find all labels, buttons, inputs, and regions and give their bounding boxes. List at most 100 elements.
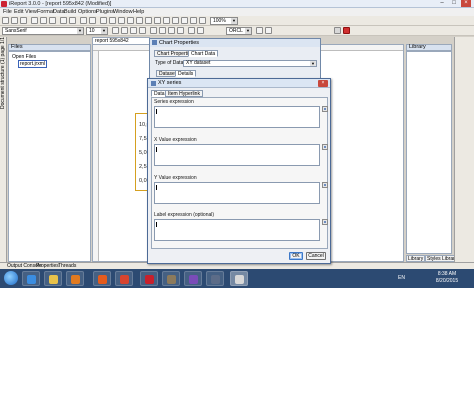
type-of-dataset-select[interactable]: XY dataset ▼: [183, 60, 317, 67]
align-left-icon[interactable]: [150, 27, 157, 34]
chart-icon[interactable]: [145, 17, 152, 24]
minimize-icon[interactable]: –: [437, 0, 447, 7]
cancel-button[interactable]: Cancel: [306, 252, 326, 260]
justify-icon[interactable]: [177, 27, 184, 34]
expression-editor-icon[interactable]: [322, 182, 328, 188]
expression-editor-icon[interactable]: [322, 219, 328, 225]
expression-editor-icon[interactable]: [322, 106, 328, 112]
files-panel-header: Files: [8, 44, 91, 51]
taskbar-opera-icon[interactable]: [140, 271, 158, 286]
expression-editor-icon[interactable]: [322, 144, 328, 150]
image-icon[interactable]: [109, 17, 116, 24]
underline-icon[interactable]: [130, 27, 137, 34]
align-right-icon[interactable]: [168, 27, 175, 34]
menu-help[interactable]: Help: [133, 8, 144, 16]
menu-edit[interactable]: Edit: [14, 8, 23, 16]
taskbar-media-player-icon[interactable]: [66, 271, 84, 286]
chevron-down-icon: ▼: [77, 28, 83, 34]
menu-file[interactable]: File: [3, 8, 12, 16]
copy-icon[interactable]: [40, 17, 47, 24]
taskbar-chrome-icon[interactable]: [115, 271, 133, 286]
taskbar-ireport-icon[interactable]: [230, 271, 248, 286]
font-size-combo[interactable]: 10 ▼: [86, 27, 108, 35]
stop-icon[interactable]: [343, 27, 350, 34]
paste-icon[interactable]: [49, 17, 56, 24]
save-icon[interactable]: [20, 17, 27, 24]
menu-window[interactable]: Window: [113, 8, 133, 16]
tab-library[interactable]: Library: [406, 255, 426, 262]
library-panel: [406, 51, 452, 254]
document-structure-tab[interactable]: Document structure (1) page 1/1: [0, 37, 7, 109]
new-icon[interactable]: [2, 17, 9, 24]
open-icon[interactable]: [11, 17, 18, 24]
ok-button[interactable]: OK: [289, 252, 303, 260]
strikethrough-icon[interactable]: [139, 27, 146, 34]
tab-details[interactable]: Details: [175, 70, 197, 77]
taskbar-firefox-icon[interactable]: [93, 271, 111, 286]
crosstab-icon[interactable]: [172, 17, 179, 24]
tray-clock[interactable]: 8:38 AM 8/20/2015: [430, 271, 464, 285]
document-structure-strip[interactable]: Document structure (1) page 1/1: [0, 37, 7, 262]
fields-icon[interactable]: [265, 27, 272, 34]
xy-series-title-bar: XY series ×: [148, 79, 330, 88]
barcode-icon[interactable]: [163, 17, 170, 24]
close-icon[interactable]: ×: [461, 0, 471, 7]
language-indicator[interactable]: EN: [398, 274, 405, 282]
zoom-combo[interactable]: 100% ▼: [210, 17, 238, 25]
label-expression-input[interactable]: [154, 219, 320, 241]
cut-icon[interactable]: [31, 17, 38, 24]
redo-icon[interactable]: [69, 17, 76, 24]
database-value: ORCL: [229, 28, 243, 34]
frame-icon[interactable]: [181, 17, 188, 24]
report-file-node[interactable]: report.jrxml: [18, 60, 48, 68]
align-center-icon[interactable]: [159, 27, 166, 34]
x-value-expression-label: X Value expression: [154, 137, 197, 143]
hyperlink-icon[interactable]: [199, 17, 206, 24]
line-icon[interactable]: [118, 17, 125, 24]
editor-tab[interactable]: report 595x842: [92, 37, 150, 44]
undo-icon[interactable]: [60, 17, 67, 24]
format-toolbar: SansSerif ▼ 10 ▼ ORCL ▼: [0, 26, 474, 36]
menu-bar: File Edit View Format Data Build Options…: [0, 8, 474, 16]
menu-format[interactable]: Format: [37, 8, 54, 16]
run-icon[interactable]: [80, 17, 87, 24]
rectangle-icon[interactable]: [127, 17, 134, 24]
menu-data[interactable]: Data: [53, 8, 65, 16]
chart-tick: 2,5: [139, 164, 147, 170]
report-query-icon[interactable]: [256, 27, 263, 34]
menu-plugins[interactable]: Plugins: [96, 8, 114, 16]
taskbar-ie-icon[interactable]: [22, 271, 40, 286]
files-panel-title: Files: [11, 44, 23, 50]
break-icon[interactable]: [190, 17, 197, 24]
lock-icon[interactable]: [334, 27, 341, 34]
y-value-expression-label: Y Value expression: [154, 175, 197, 181]
menu-build[interactable]: Build: [64, 8, 76, 16]
middle-align-icon[interactable]: [197, 27, 204, 34]
chart-tick: 5,0: [139, 150, 147, 156]
type-of-dataset-value: XY dataset: [186, 60, 211, 66]
taskbar-explorer-icon[interactable]: [44, 271, 62, 286]
taskbar-gimp-icon[interactable]: [162, 271, 180, 286]
taskbar-visual-studio-icon[interactable]: [184, 271, 202, 286]
maximize-icon[interactable]: □: [449, 0, 459, 7]
series-expression-input[interactable]: [154, 106, 320, 128]
ellipse-icon[interactable]: [136, 17, 143, 24]
x-value-expression-input[interactable]: [154, 144, 320, 166]
menu-view[interactable]: View: [25, 8, 37, 16]
y-value-expression-input[interactable]: [154, 182, 320, 204]
ireport-app-icon: [1, 1, 7, 7]
bold-icon[interactable]: [112, 27, 119, 34]
tab-chart-data[interactable]: Chart Data: [188, 50, 219, 57]
tab-item-hyperlink[interactable]: Item Hyperlink: [165, 90, 203, 97]
menu-options[interactable]: Options: [78, 8, 97, 16]
taskbar-app-icon[interactable]: [206, 271, 224, 286]
italic-icon[interactable]: [121, 27, 128, 34]
text-field-icon[interactable]: [100, 17, 107, 24]
subreport-icon[interactable]: [154, 17, 161, 24]
close-icon[interactable]: ×: [318, 80, 328, 87]
font-combo[interactable]: SansSerif ▼: [2, 27, 84, 35]
compile-icon[interactable]: [89, 17, 96, 24]
database-combo[interactable]: ORCL ▼: [226, 27, 252, 35]
top-align-icon[interactable]: [188, 27, 195, 34]
start-button[interactable]: [4, 271, 18, 285]
